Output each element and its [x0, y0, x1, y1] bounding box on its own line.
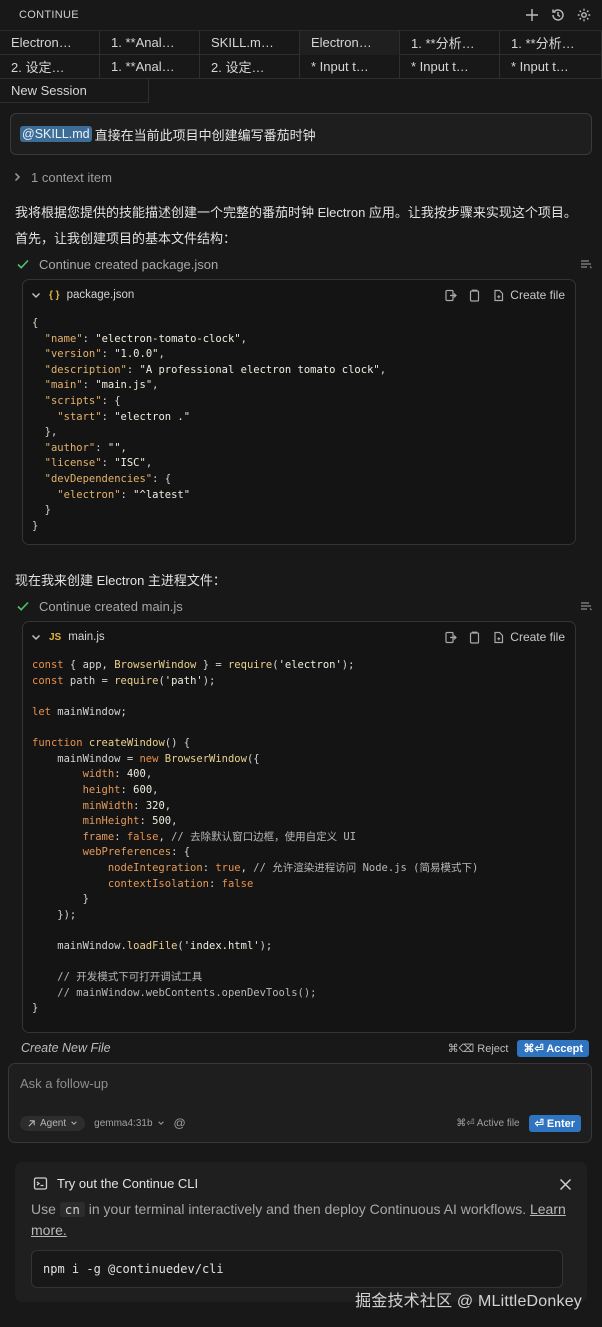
- user-message-text: 直接在当前此项目中创建编写番茄时钟: [94, 127, 316, 143]
- create-file-button[interactable]: Create file: [492, 288, 565, 302]
- create-file-label: Create file: [510, 288, 565, 302]
- user-message[interactable]: @SKILL.md 直接在当前此项目中创建编写番茄时钟: [10, 113, 592, 155]
- panel-titlebar: CONTINUE: [0, 0, 602, 30]
- cli-promo-card: Try out the Continue CLI Use cn in your …: [15, 1162, 587, 1303]
- active-file-toggle[interactable]: ⌘⏎ Active file: [456, 1118, 519, 1129]
- context-items-toggle[interactable]: 1 context item: [0, 160, 602, 194]
- expand-details-icon[interactable]: [580, 600, 592, 612]
- close-icon[interactable]: [558, 1177, 573, 1192]
- tab-new-session[interactable]: New Session: [0, 79, 149, 103]
- mode-selector[interactable]: Agent: [20, 1115, 86, 1131]
- tab-session[interactable]: SKILL.m…: [200, 31, 300, 55]
- insert-at-cursor-icon[interactable]: [444, 631, 458, 644]
- tab-session[interactable]: * Input t…: [400, 55, 500, 79]
- panel-title: CONTINUE: [19, 9, 79, 21]
- create-file-label: Create file: [510, 630, 565, 645]
- tab-row-3: New Session: [0, 79, 602, 103]
- assistant-intro: 我将根据您提供的技能描述创建一个完整的番茄时钟 Electron 应用。让我按步…: [15, 205, 577, 220]
- copy-icon[interactable]: [468, 289, 481, 302]
- model-selector[interactable]: gemma4:31b: [94, 1118, 164, 1129]
- cli-desc-text: Use: [31, 1201, 56, 1218]
- chevron-down-icon: [157, 1121, 164, 1126]
- chevron-down-icon[interactable]: [31, 290, 41, 300]
- code-content: const { app, BrowserWindow } = require('…: [32, 659, 479, 1015]
- code-block-header: { } package.json Create file: [23, 280, 575, 310]
- accept-button[interactable]: ⌘⏎ Accept: [517, 1039, 589, 1057]
- watermark: 掘金技术社区 @ MLittleDonkey: [355, 1293, 582, 1310]
- chevron-down-icon: [71, 1121, 77, 1126]
- tool-status-text: Continue created package.json: [39, 256, 219, 272]
- json-file-icon: { }: [49, 289, 60, 301]
- agent-icon: [28, 1120, 35, 1127]
- tab-session[interactable]: 1. **分析…: [500, 31, 602, 55]
- history-icon[interactable]: [550, 7, 566, 23]
- model-label: gemma4:31b: [94, 1117, 153, 1129]
- code-block-header: JS main.js Create file: [23, 622, 575, 652]
- tab-session-active[interactable]: Electron…: [300, 31, 400, 55]
- cli-desc-text: in your terminal interactively and then …: [88, 1201, 527, 1218]
- tab-session[interactable]: 2. 设定…: [200, 55, 300, 79]
- assistant-step-2: 现在我来创建 Electron 主进程文件：: [15, 573, 226, 589]
- mention-button[interactable]: @: [174, 1116, 186, 1130]
- gear-icon[interactable]: [576, 7, 592, 23]
- followup-placeholder[interactable]: Ask a follow-up: [20, 1076, 108, 1091]
- code-block-package-json: { } package.json Create file { "name": "…: [22, 279, 576, 546]
- create-file-button[interactable]: Create file: [492, 630, 565, 644]
- tool-status-text: Continue created main.js: [39, 598, 183, 614]
- copy-icon[interactable]: [468, 631, 481, 644]
- terminal-icon: [33, 1177, 48, 1190]
- mode-label: Agent: [40, 1117, 67, 1129]
- cli-command-inline: cn: [59, 1202, 85, 1218]
- expand-details-icon[interactable]: [580, 258, 592, 270]
- tab-session[interactable]: 1. **分析…: [400, 31, 500, 55]
- tab-session[interactable]: Electron…: [0, 31, 100, 55]
- reject-button[interactable]: ⌘⌫ Reject: [448, 1042, 509, 1055]
- chevron-down-icon[interactable]: [31, 632, 41, 642]
- tab-row-1: Electron… 1. **Anal… SKILL.m… Electron… …: [0, 31, 602, 55]
- tool-status-row: Continue created package.json: [0, 249, 602, 279]
- code-block-main-js: JS main.js Create file const { app, Brow…: [22, 621, 576, 1034]
- tab-session[interactable]: * Input t…: [500, 55, 602, 79]
- tab-session[interactable]: 1. **Anal…: [100, 55, 200, 79]
- code-block-filename: main.js: [68, 631, 105, 644]
- file-mention-chip[interactable]: @SKILL.md: [20, 126, 92, 142]
- cli-promo-title-text: Try out the Continue CLI: [57, 1176, 199, 1192]
- insert-at-cursor-icon[interactable]: [444, 289, 458, 302]
- code-block-filename: package.json: [66, 289, 135, 301]
- new-file-icon: [494, 289, 504, 301]
- check-icon: [17, 602, 29, 612]
- chevron-right-icon: [14, 172, 21, 182]
- code-content: { "name": "electron-tomato-clock", "vers…: [32, 317, 387, 532]
- check-icon: [17, 259, 29, 269]
- tool-status-row: Continue created main.js: [0, 591, 602, 621]
- tab-session[interactable]: * Input t…: [300, 55, 400, 79]
- plus-icon[interactable]: [524, 7, 540, 23]
- js-file-icon: JS: [49, 631, 62, 643]
- session-tabs: Electron… 1. **Anal… SKILL.m… Electron… …: [0, 30, 602, 103]
- tab-session[interactable]: 1. **Anal…: [100, 31, 200, 55]
- enter-button[interactable]: ⏎ Enter: [528, 1114, 581, 1132]
- followup-input-box[interactable]: Ask a follow-up Agent gemma4:31b @ ⌘⏎ Ac…: [8, 1063, 592, 1144]
- cli-promo-title: Try out the Continue CLI: [33, 1176, 198, 1191]
- tab-row-2: 2. 设定… 1. **Anal… 2. 设定… * Input t… * In…: [0, 55, 602, 79]
- generation-action-bar: Create New File ⌘⌫ Reject ⌘⏎ Accept: [0, 1033, 602, 1063]
- context-items-label: 1 context item: [31, 169, 112, 185]
- cli-install-command[interactable]: npm i -g @continuedev/cli: [31, 1250, 563, 1289]
- assistant-step-1: 首先，让我创建项目的基本文件结构：: [15, 231, 237, 246]
- new-file-icon: [494, 631, 504, 643]
- tab-session[interactable]: 2. 设定…: [0, 55, 100, 79]
- cli-promo-description: Use cn in your terminal interactively an…: [31, 1199, 573, 1241]
- generation-status-label: Create New File: [21, 1041, 111, 1056]
